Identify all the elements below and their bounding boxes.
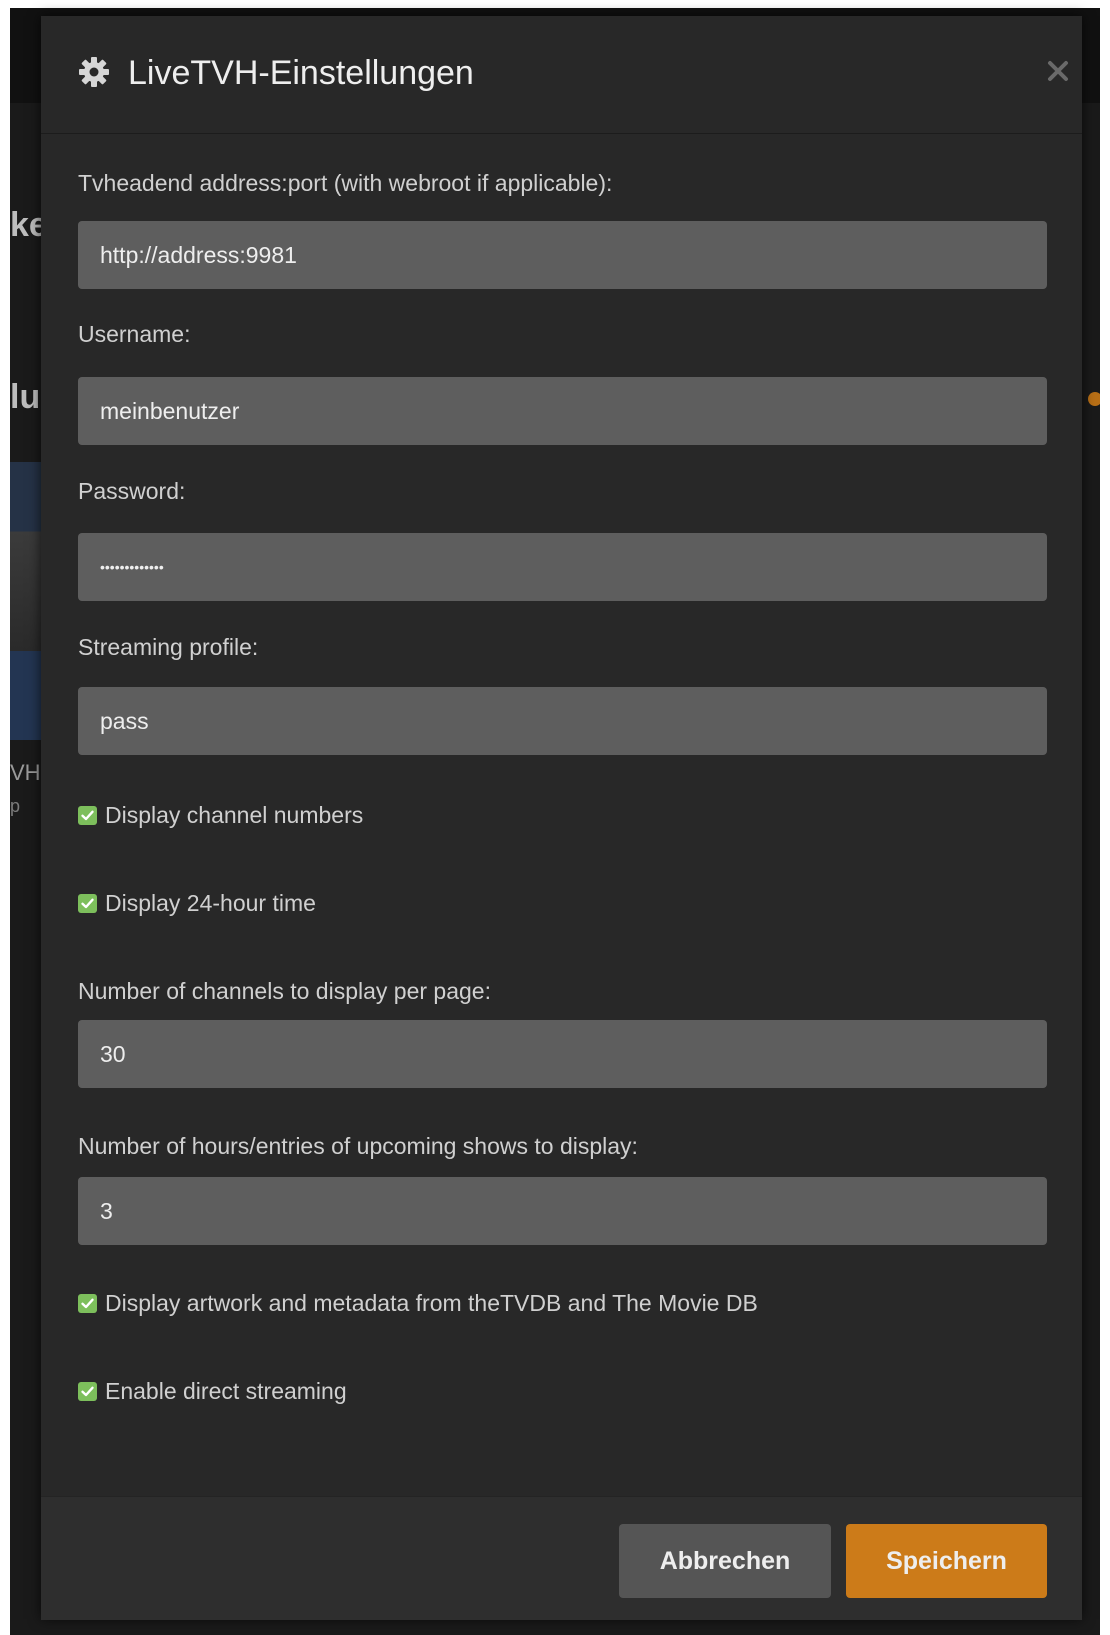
address-input[interactable] — [78, 221, 1047, 289]
background-badge — [1088, 392, 1100, 406]
username-input[interactable] — [78, 377, 1047, 445]
gear-icon — [79, 57, 109, 87]
direct-streaming-label: Enable direct streaming — [105, 1378, 347, 1404]
hour24-label: Display 24-hour time — [105, 890, 316, 916]
upcoming-hours-input[interactable] — [78, 1177, 1047, 1245]
username-label: Username: — [78, 321, 191, 347]
cancel-button[interactable]: Abbrechen — [619, 1524, 831, 1598]
background-text-fragment: lu — [10, 378, 41, 416]
close-icon[interactable] — [1045, 58, 1071, 84]
modal-footer: Abbrechen Speichern — [41, 1496, 1082, 1620]
checkbox-checked-icon[interactable] — [78, 805, 97, 825]
channel-numbers-checkbox-row[interactable]: Display channel numbers — [78, 801, 363, 829]
channels-per-page-label: Number of channels to display per page: — [78, 978, 491, 1004]
hour24-checkbox-row[interactable]: Display 24-hour time — [78, 889, 316, 917]
background-text-fragment: p — [10, 796, 21, 816]
modal-title: LiveTVH-Einstellungen — [128, 54, 474, 92]
artwork-label: Display artwork and metadata from theTVD… — [105, 1290, 758, 1316]
password-input[interactable] — [78, 533, 1047, 601]
address-label: Tvheadend address:port (with webroot if … — [78, 170, 613, 196]
checkbox-checked-icon[interactable] — [78, 1293, 97, 1313]
channels-per-page-input[interactable] — [78, 1020, 1047, 1088]
artwork-checkbox-row[interactable]: Display artwork and metadata from theTVD… — [78, 1289, 758, 1317]
checkbox-checked-icon[interactable] — [78, 893, 97, 913]
streaming-profile-label: Streaming profile: — [78, 634, 259, 660]
save-button[interactable]: Speichern — [846, 1524, 1047, 1598]
background-text-fragment: VH — [10, 760, 41, 785]
channel-numbers-label: Display channel numbers — [105, 802, 364, 828]
modal-header: LiveTVH-Einstellungen — [41, 16, 1082, 134]
streaming-profile-input[interactable] — [78, 687, 1047, 755]
password-label: Password: — [78, 478, 186, 504]
upcoming-hours-label: Number of hours/entries of upcoming show… — [78, 1133, 638, 1159]
checkbox-checked-icon[interactable] — [78, 1381, 97, 1401]
direct-streaming-checkbox-row[interactable]: Enable direct streaming — [78, 1377, 347, 1405]
settings-modal: LiveTVH-Einstellungen Tvheadend address:… — [41, 16, 1082, 1620]
